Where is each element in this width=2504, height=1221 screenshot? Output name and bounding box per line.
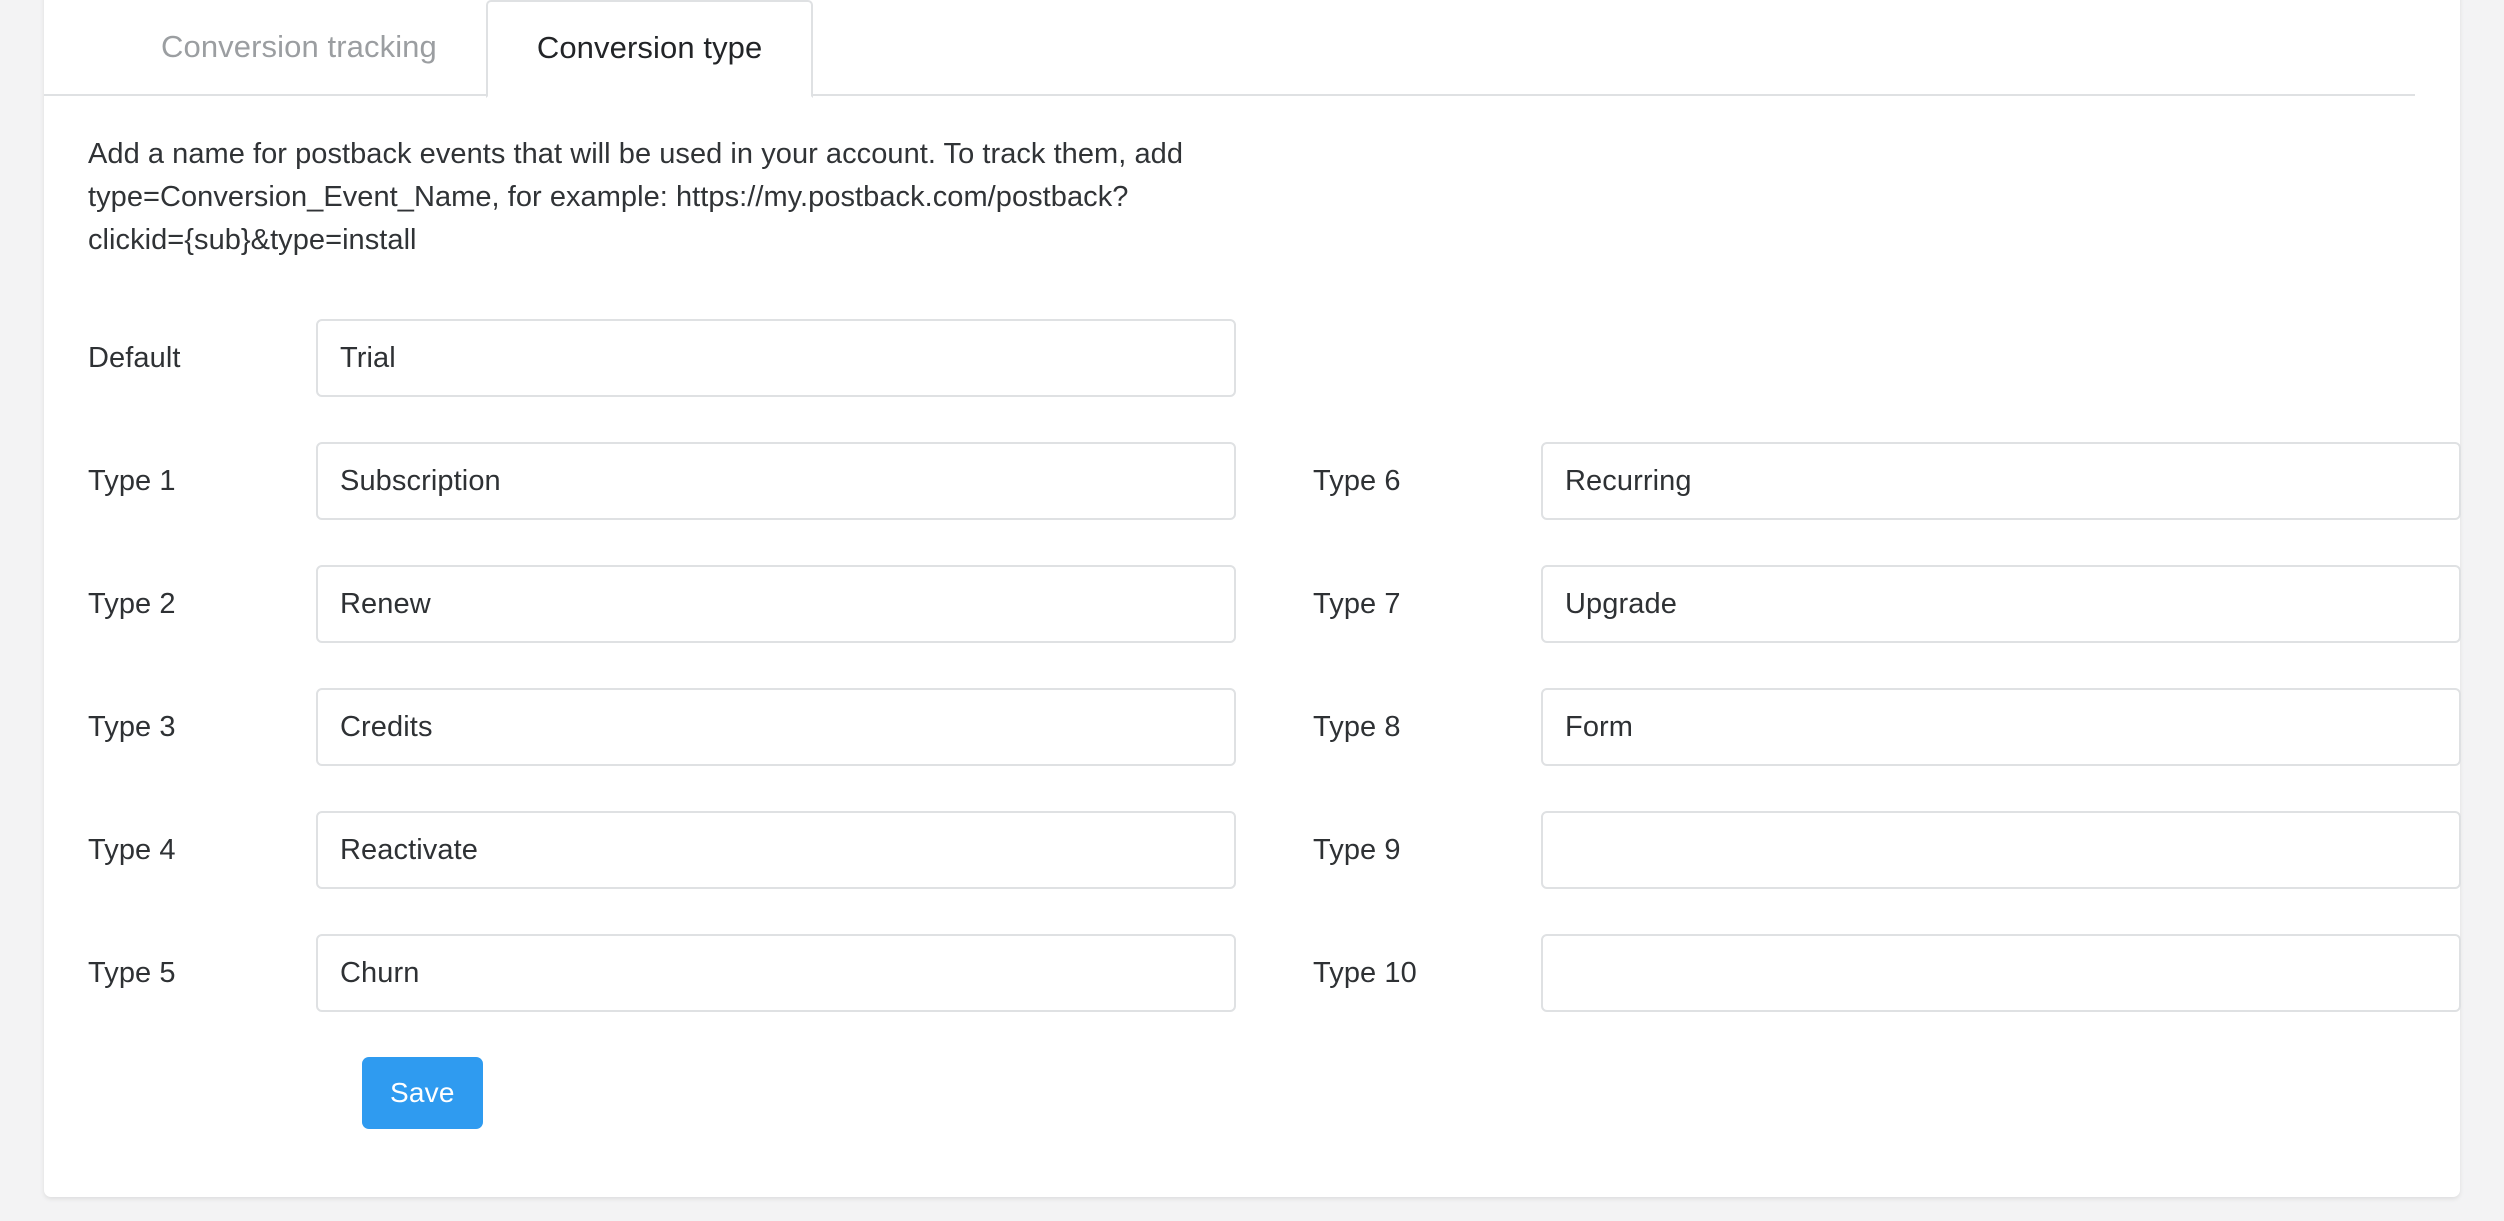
description-text: Add a name for postback events that will…	[88, 133, 1218, 262]
field-type-10-input[interactable]	[1541, 934, 2461, 1012]
form-row: Type 4 Type 9	[44, 811, 2460, 934]
field-type-6-label: Type 6	[1313, 465, 1541, 498]
field-type-10-label: Type 10	[1313, 957, 1541, 990]
field-type-6: Type 6	[1313, 442, 2461, 520]
field-default: Default	[88, 319, 1236, 397]
field-type-2-label: Type 2	[88, 588, 316, 621]
field-type-7: Type 7	[1313, 565, 2461, 643]
field-type-9-label: Type 9	[1313, 834, 1541, 867]
conversion-type-form: Default Type 1 Type 6 Type 2	[44, 319, 2460, 1057]
field-type-7-input[interactable]	[1541, 565, 2461, 643]
field-type-5: Type 5	[88, 934, 1236, 1012]
field-type-2: Type 2	[88, 565, 1236, 643]
field-type-8-label: Type 8	[1313, 711, 1541, 744]
field-type-9-input[interactable]	[1541, 811, 2461, 889]
tab-bar-right-spacer	[813, 0, 2415, 96]
field-type-5-input[interactable]	[316, 934, 1236, 1012]
tab-conversion-tracking[interactable]: Conversion tracking	[112, 0, 486, 96]
tab-conversion-tracking-label: Conversion tracking	[161, 29, 437, 65]
field-type-4-input[interactable]	[316, 811, 1236, 889]
field-type-9: Type 9	[1313, 811, 2461, 889]
field-type-1: Type 1	[88, 442, 1236, 520]
form-row: Default	[44, 319, 2460, 442]
field-type-4-label: Type 4	[88, 834, 316, 867]
field-type-3: Type 3	[88, 688, 1236, 766]
save-button[interactable]: Save	[362, 1057, 483, 1129]
field-type-1-label: Type 1	[88, 465, 316, 498]
tab-conversion-type-label: Conversion type	[537, 30, 763, 66]
field-type-1-input[interactable]	[316, 442, 1236, 520]
field-type-7-label: Type 7	[1313, 588, 1541, 621]
form-row: Type 1 Type 6	[44, 442, 2460, 565]
form-actions: Save	[362, 1057, 483, 1129]
field-type-2-input[interactable]	[316, 565, 1236, 643]
tab-bar-end-spacer	[2415, 0, 2460, 96]
tab-bar-left-spacer	[44, 0, 112, 96]
field-type-10: Type 10	[1313, 934, 2461, 1012]
field-default-label: Default	[88, 342, 316, 375]
conversion-settings-card: Conversion tracking Conversion type Add …	[44, 0, 2460, 1197]
field-type-8: Type 8	[1313, 688, 2461, 766]
form-row: Type 5 Type 10	[44, 934, 2460, 1057]
field-default-input[interactable]	[316, 319, 1236, 397]
form-row: Type 2 Type 7	[44, 565, 2460, 688]
field-type-4: Type 4	[88, 811, 1236, 889]
tab-conversion-type[interactable]: Conversion type	[486, 0, 814, 98]
page-root: Conversion tracking Conversion type Add …	[0, 0, 2504, 1221]
form-row: Type 3 Type 8	[44, 688, 2460, 811]
field-type-3-input[interactable]	[316, 688, 1236, 766]
tab-bar: Conversion tracking Conversion type	[44, 0, 2460, 96]
field-type-5-label: Type 5	[88, 957, 316, 990]
field-type-8-input[interactable]	[1541, 688, 2461, 766]
field-type-3-label: Type 3	[88, 711, 316, 744]
field-type-6-input[interactable]	[1541, 442, 2461, 520]
